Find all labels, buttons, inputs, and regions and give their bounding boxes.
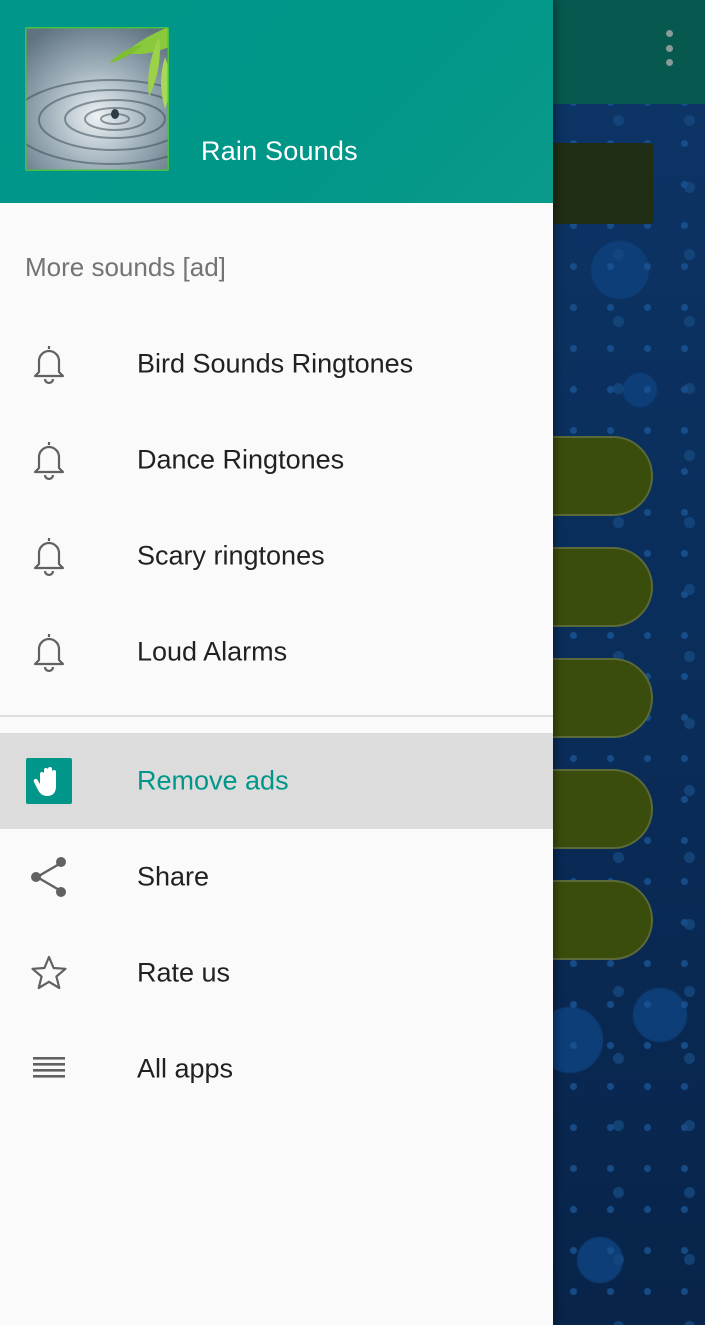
- bell-icon: [26, 629, 72, 675]
- app-name: Rain Sounds: [201, 136, 358, 166]
- menu-item-label: Scary ringtones: [137, 540, 325, 571]
- share-icon: [26, 854, 72, 900]
- menu-item-all-apps[interactable]: All apps: [0, 1021, 553, 1117]
- bell-icon: [26, 341, 72, 387]
- more-sounds-section-title: More sounds [ad]: [25, 252, 226, 282]
- app-logo: [25, 27, 169, 171]
- bell-icon: [26, 437, 72, 483]
- hand-stop-icon: [26, 758, 72, 804]
- menu-item-rate-us[interactable]: Rate us: [0, 925, 553, 1021]
- bell-icon: [26, 533, 72, 579]
- menu-item-label: Loud Alarms: [137, 636, 288, 667]
- menu-item-label: Share: [137, 861, 210, 892]
- menu-item-remove-ads[interactable]: Remove ads: [0, 733, 553, 829]
- menu-item-dance-ringtones[interactable]: Dance Ringtones: [0, 412, 553, 508]
- menu-item-loud-alarms[interactable]: Loud Alarms: [0, 604, 553, 700]
- divider: [0, 715, 553, 717]
- menu-item-label: Rate us: [137, 957, 231, 988]
- menu-item-scary-ringtones[interactable]: Scary ringtones: [0, 508, 553, 604]
- overflow-menu-icon[interactable]: [659, 30, 679, 66]
- menu-item-share[interactable]: Share: [0, 829, 553, 925]
- menu-item-label: Dance Ringtones: [137, 444, 345, 475]
- menu-item-label: All apps: [137, 1053, 234, 1084]
- menu-item-label: Remove ads: [137, 765, 289, 796]
- menu-item-bird-sounds-ringtones[interactable]: Bird Sounds Ringtones: [0, 316, 553, 412]
- menu-item-label: Bird Sounds Ringtones: [137, 348, 414, 379]
- navigation-drawer: Rain Sounds More sounds [ad] Bird Sounds…: [0, 0, 553, 1325]
- star-icon: [26, 950, 72, 996]
- drawer-header: Rain Sounds: [0, 0, 553, 203]
- list-icon: [26, 1046, 72, 1092]
